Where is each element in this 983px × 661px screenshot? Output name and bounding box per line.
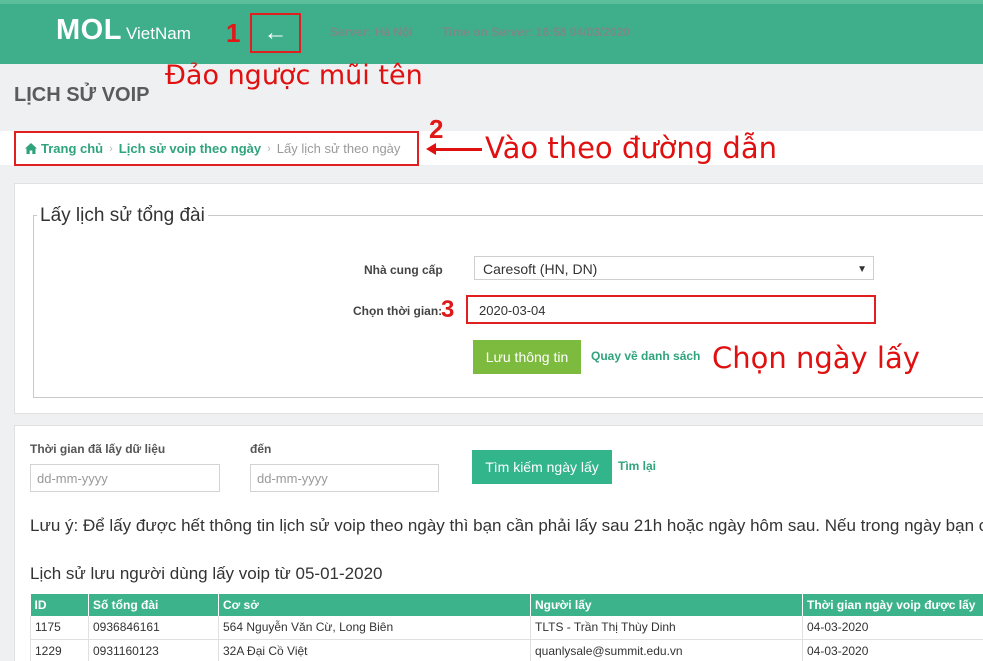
logo[interactable]: MOL xyxy=(56,14,122,47)
logo-subtitle: VietNam xyxy=(126,24,191,43)
to-date-label: đến xyxy=(250,442,272,456)
table-cell: 1175 xyxy=(30,616,89,640)
breadcrumb-separator-icon: › xyxy=(109,142,113,155)
from-date-label: Thời gian đã lấy dữ liệu xyxy=(30,442,166,456)
breadcrumb-current: Lấy lịch sử theo ngày xyxy=(276,141,401,156)
fetch-history-legend: Lấy lịch sử tổng đài xyxy=(37,205,208,227)
to-date-input[interactable]: dd-mm-yyyy xyxy=(250,464,439,492)
table-cell: quanlysale@summit.edu.vn xyxy=(530,639,803,661)
date-input[interactable]: 2020-03-04 xyxy=(466,295,876,324)
sidebar-toggle-button[interactable]: ← xyxy=(250,13,301,53)
table-row[interactable]: 1175 0936846161 564 Nguyễn Văn Cừ, Long … xyxy=(30,616,983,640)
table-header-cell[interactable]: Người lấy xyxy=(530,594,803,616)
breadcrumb-separator-icon: › xyxy=(267,142,271,155)
table-header-cell[interactable]: Số tổng đài xyxy=(88,594,219,616)
provider-label: Nhà cung cấp xyxy=(364,263,443,277)
caret-down-icon: ▼ xyxy=(857,264,867,275)
table-cell: 0931160123 xyxy=(88,639,219,661)
breadcrumb-home-link[interactable]: Trang chủ xyxy=(41,141,103,156)
table-cell: 564 Nguyễn Văn Cừ, Long Biên xyxy=(218,616,531,640)
table-cell: 1229 xyxy=(30,639,89,661)
table-header-cell[interactable]: Cơ sở xyxy=(218,594,531,616)
from-date-input[interactable]: dd-mm-yyyy xyxy=(30,464,220,492)
history-table: ID Số tổng đài Cơ sở Người lấy Thời gian… xyxy=(30,594,983,661)
table-row[interactable]: 1229 0931160123 32A Đại Cồ Việt quanlysa… xyxy=(30,639,983,661)
provider-select[interactable]: Caresoft (HN, DN) ▼ xyxy=(474,256,874,280)
table-cell: TLTS - Trần Thị Thùy Dinh xyxy=(530,616,803,640)
annotation-reverse-arrow: Đảo ngược mũi tên xyxy=(165,60,423,91)
annotation-arrow-line xyxy=(434,148,482,151)
top-navbar-accent xyxy=(0,0,983,4)
table-cell: 32A Đại Cồ Việt xyxy=(218,639,531,661)
table-header-cell[interactable]: Thời gian ngày voip được lấy xyxy=(802,594,983,616)
provider-select-value: Caresoft (HN, DN) xyxy=(483,261,598,277)
save-button[interactable]: Lưu thông tin xyxy=(473,340,581,374)
annotation-number-3: 3 xyxy=(441,296,455,323)
annotation-number-2: 2 xyxy=(429,114,444,144)
server-time: Time on Server: 16:58 04/03/2020 xyxy=(442,25,630,39)
history-title: Lịch sử lưu người dùng lấy voip từ 05-01… xyxy=(30,564,383,583)
time-label: Chọn thời gian: xyxy=(353,304,443,318)
annotation-follow-path: Vào theo đường dẫn xyxy=(485,131,777,165)
search-date-button[interactable]: Tìm kiếm ngày lấy xyxy=(472,450,612,484)
annotation-choose-date: Chọn ngày lấy xyxy=(712,341,920,375)
home-icon xyxy=(25,143,37,154)
breadcrumb-voip-history-link[interactable]: Lịch sử voip theo ngày xyxy=(119,141,261,156)
arrow-left-icon: ← xyxy=(263,19,288,46)
server-info: Server: Hà Nội xyxy=(330,25,413,39)
table-cell: 04-03-2020 xyxy=(802,616,983,640)
reset-link[interactable]: Tìm lại xyxy=(618,459,656,473)
table-header-row: ID Số tổng đài Cơ sở Người lấy Thời gian… xyxy=(30,594,983,616)
page-title: LỊCH SỬ VOIP xyxy=(14,84,150,106)
annotation-number-1: 1 xyxy=(226,18,241,48)
note-text: Lưu ý: Để lấy được hết thông tin lịch sử… xyxy=(30,516,983,535)
table-header-cell[interactable]: ID xyxy=(30,594,89,616)
back-to-list-link[interactable]: Quay về danh sách xyxy=(591,349,700,363)
table-cell: 04-03-2020 xyxy=(802,639,983,661)
breadcrumb: Trang chủ › Lịch sử voip theo ngày › Lấy… xyxy=(14,131,419,166)
table-cell: 0936846161 xyxy=(88,616,219,640)
